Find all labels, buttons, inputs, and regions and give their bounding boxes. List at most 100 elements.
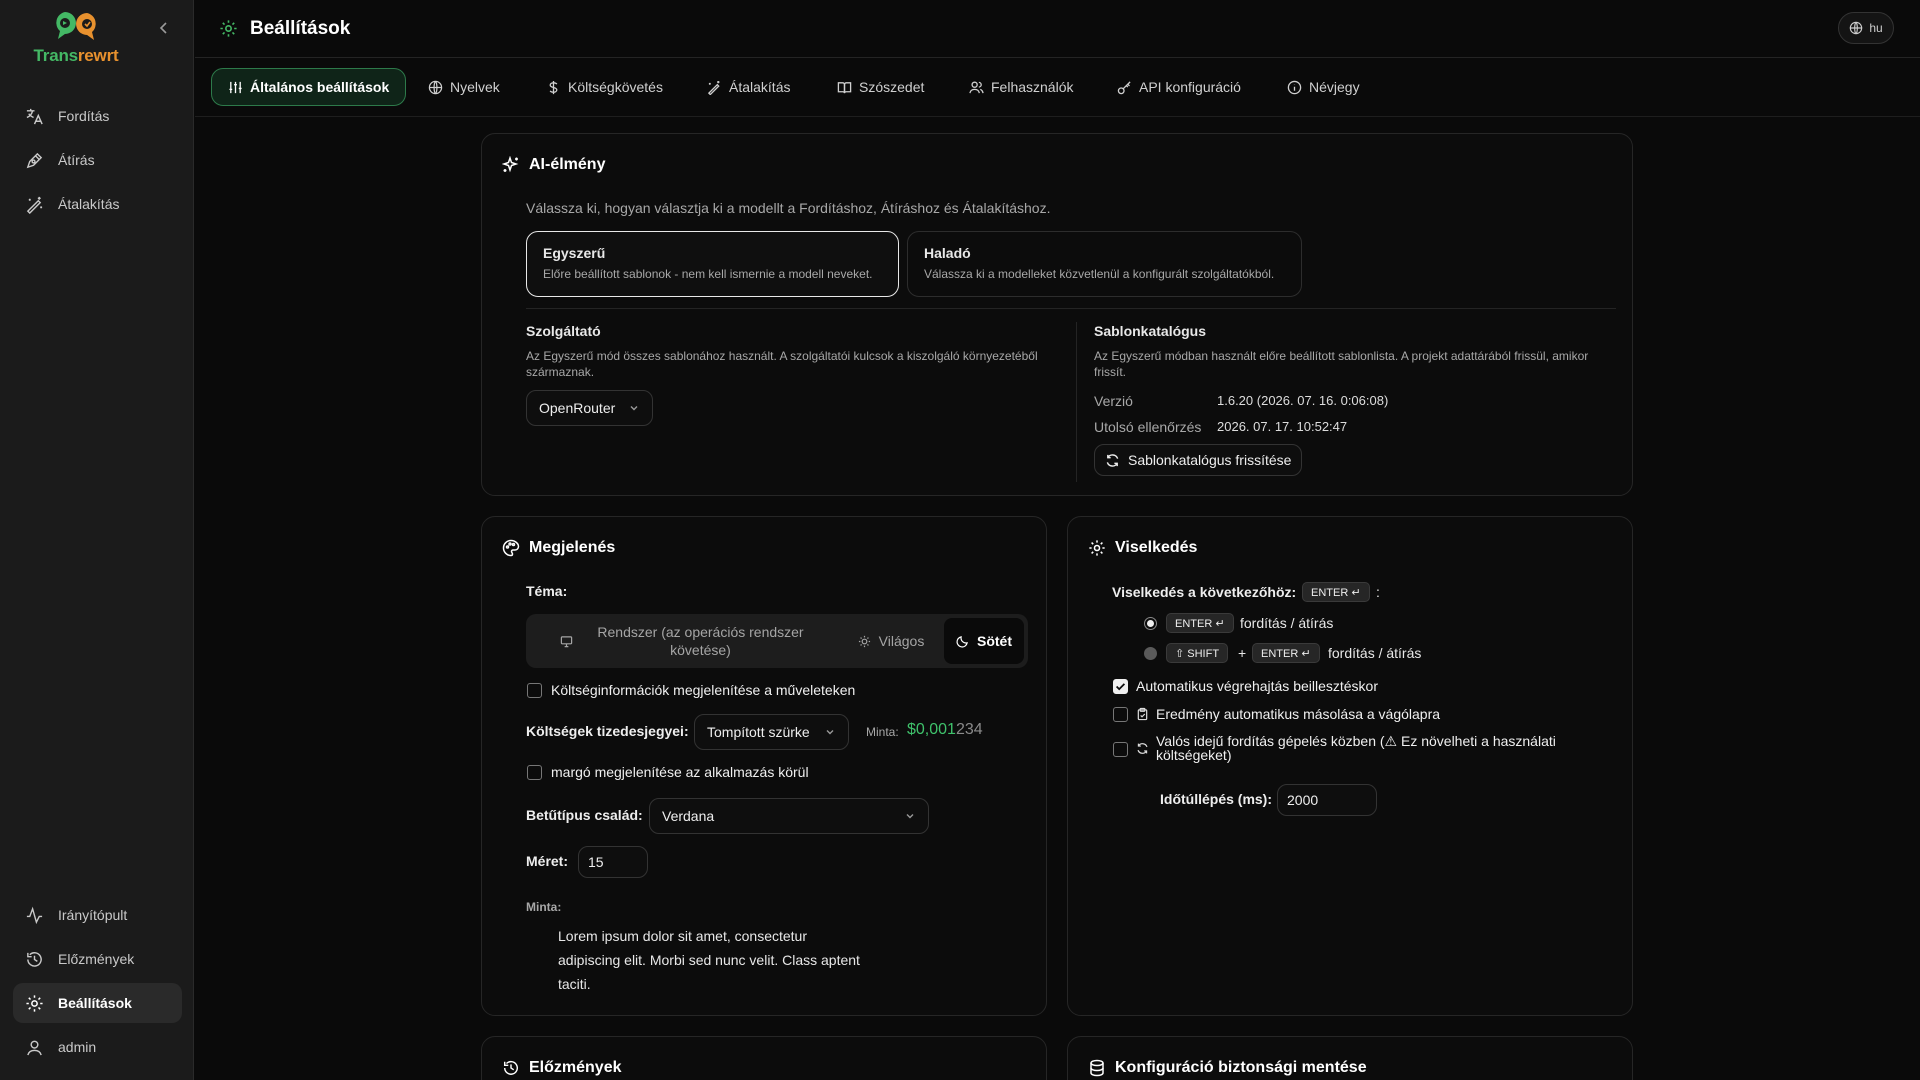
collapse-sidebar-icon[interactable] xyxy=(156,20,172,36)
app-name: Transrewrt xyxy=(33,46,119,65)
size-label: Méret: xyxy=(526,853,569,869)
mode-option-advanced[interactable]: Haladó Válassza ki a modelleket közvetle… xyxy=(907,231,1302,297)
globe-icon xyxy=(1850,21,1863,35)
refresh-icon xyxy=(1106,453,1119,467)
timeout-input[interactable]: 2000 xyxy=(1277,784,1377,816)
auto-exec-checkbox[interactable] xyxy=(1113,679,1128,694)
sidebar-item-iranyitopult[interactable]: Irányítópult xyxy=(13,895,182,935)
version-value: 1.6.20 (2026. 07. 16. 0:06:08) xyxy=(1217,393,1389,408)
settings-gear-icon xyxy=(220,20,237,37)
sidebar-item-label: Fordítás xyxy=(58,108,110,124)
provider-description: Az Egyszerű mód összes sablonához haszná… xyxy=(526,349,1038,379)
cost-sample: $0,001234 xyxy=(907,721,983,738)
provider-label: Szolgáltató xyxy=(526,323,601,339)
top-bar: Beállítások xyxy=(195,0,1920,58)
shift-enter-option-radio[interactable] xyxy=(1144,647,1157,660)
font-preview-text: Lorem ipsum dolor sit amet, consectetur … xyxy=(558,928,860,992)
sidebar: Transrewrt Fordítás Átírás Átalakítás Ir… xyxy=(0,0,194,1080)
decimals-select[interactable]: Tompított szürke xyxy=(694,714,849,750)
history-icon xyxy=(503,1060,518,1075)
sample-label: Minta: xyxy=(866,725,899,739)
enter-key-badge: ENTER ↵ xyxy=(1252,643,1320,663)
database-icon xyxy=(1090,1059,1104,1077)
theme-option-light[interactable]: Világos xyxy=(850,618,932,664)
sidebar-item-beallitasok[interactable]: Beállítások xyxy=(13,983,182,1023)
realtime-label: Valós idejű fordítás gépelés közben (⚠ E… xyxy=(1156,733,1556,763)
colon: : xyxy=(1376,584,1380,600)
font-family-select[interactable]: Verdana xyxy=(649,798,929,834)
mode-title: Haladó xyxy=(924,245,971,261)
tab-nyelvek[interactable]: Nyelvek xyxy=(422,68,506,106)
divider xyxy=(526,308,1616,309)
mode-description: Előre beállított sablonok - nem kell ism… xyxy=(543,267,873,281)
auto-copy-label: Eredmény automatikus másolása a vágólapr… xyxy=(1156,706,1441,722)
theme-selector: Rendszer (az operációs rendszer követése… xyxy=(526,614,1028,668)
enter-option-radio[interactable] xyxy=(1144,617,1157,630)
language-code: hu xyxy=(1869,21,1883,35)
mode-option-simple[interactable]: Egyszerű Előre beállított sablonok - nem… xyxy=(526,231,899,297)
refresh-icon xyxy=(1136,742,1149,756)
tab-nevjegy[interactable]: Névjegy xyxy=(1281,68,1366,106)
tab-api-konfiguracio[interactable]: API konfiguráció xyxy=(1111,68,1247,106)
tab-atalakitas[interactable]: Átalakítás xyxy=(701,68,796,106)
sidebar-item-forditas[interactable]: Fordítás xyxy=(13,96,182,136)
font-family-label: Betűtípus család: xyxy=(526,807,643,823)
auto-exec-label: Automatikus végrehajtás beillesztéskor xyxy=(1136,678,1379,694)
behavior-card: Viselkedés Viselkedés a következőhöz: EN… xyxy=(1067,516,1633,1016)
info-icon xyxy=(1287,80,1302,94)
tab-koltsegkovetes[interactable]: Költségkövetés xyxy=(540,68,669,106)
theme-label: Téma: xyxy=(526,583,568,599)
cost-info-label: Költséginformációk megjelenítése a művel… xyxy=(551,682,856,698)
backup-card-title: Konfiguráció biztonsági mentése xyxy=(1088,1059,1367,1077)
catalog-label: Sablonkatalógus xyxy=(1094,323,1207,339)
decimals-label: Költségek tizedesjegyei: xyxy=(526,723,689,739)
margin-checkbox[interactable] xyxy=(527,765,542,780)
clipboard-icon xyxy=(1136,707,1149,721)
settings-tabs: Általános beállítások Nyelvek Költségköv… xyxy=(195,58,1920,117)
auto-copy-checkbox[interactable] xyxy=(1113,707,1128,722)
ai-card-title: AI-élmény xyxy=(502,156,605,174)
refresh-catalog-button[interactable]: Sablonkatalógus frissítése xyxy=(1094,444,1303,476)
appearance-card-title: Megjelenés xyxy=(502,539,615,557)
magic-wand-icon xyxy=(26,196,43,214)
font-size-input[interactable]: 15 xyxy=(578,846,648,878)
version-label: Verzió xyxy=(1094,393,1133,409)
page-title: Beállítások xyxy=(250,17,351,39)
book-icon xyxy=(837,81,852,93)
sidebar-item-label: admin xyxy=(58,1039,97,1055)
cost-info-checkbox[interactable] xyxy=(527,683,542,698)
sparkles-icon xyxy=(502,156,519,173)
app-logo[interactable]: Transrewrt xyxy=(30,10,122,66)
mode-description: Válassza ki a modelleket közvetlenül a k… xyxy=(924,267,1275,281)
margin-label: margó megjelenítése az alkalmazás körül xyxy=(551,764,809,780)
column-divider xyxy=(1076,322,1077,482)
translate-icon xyxy=(26,108,43,124)
provider-select[interactable]: OpenRouter xyxy=(526,390,653,426)
language-selector[interactable]: hu xyxy=(1838,12,1894,44)
sliders-icon xyxy=(229,81,242,93)
option1-text: fordítás / átírás xyxy=(1240,615,1334,631)
theme-option-system[interactable]: Rendszer (az operációs rendszer követése… xyxy=(536,618,844,664)
palette-icon xyxy=(502,539,520,557)
rewrite-icon xyxy=(26,152,43,168)
sidebar-item-elozmenyek[interactable]: Előzmények xyxy=(13,939,182,979)
tab-szoszedet[interactable]: Szószedet xyxy=(831,68,930,106)
tab-altalanos-beallitasok[interactable]: Általános beállítások xyxy=(211,68,407,106)
history-card: Előzmények xyxy=(481,1036,1047,1080)
theme-option-dark[interactable]: Sötét xyxy=(944,618,1024,664)
sidebar-item-label: Előzmények xyxy=(58,951,135,967)
sidebar-item-admin[interactable]: admin xyxy=(13,1027,182,1067)
tab-felhasznalok[interactable]: Felhasználók xyxy=(963,68,1080,106)
chevron-down-icon xyxy=(826,730,834,735)
appearance-card: Megjelenés Téma: Rendszer (az operációs … xyxy=(481,516,1047,1016)
mode-title: Egyszerű xyxy=(543,245,606,261)
sidebar-item-atiras[interactable]: Átírás xyxy=(13,140,182,180)
sidebar-item-atalakitas[interactable]: Átalakítás xyxy=(13,184,182,224)
monitor-icon xyxy=(560,635,572,647)
ai-experience-card: AI-élmény Válassza ki, hogyan választja … xyxy=(481,133,1633,496)
history-icon xyxy=(27,951,42,967)
backup-card: Konfiguráció biztonsági mentése xyxy=(1067,1036,1633,1080)
realtime-checkbox[interactable] xyxy=(1113,742,1128,757)
enter-behavior-label: Viselkedés a következőhöz: xyxy=(1112,584,1297,600)
check-icon xyxy=(1115,683,1126,691)
